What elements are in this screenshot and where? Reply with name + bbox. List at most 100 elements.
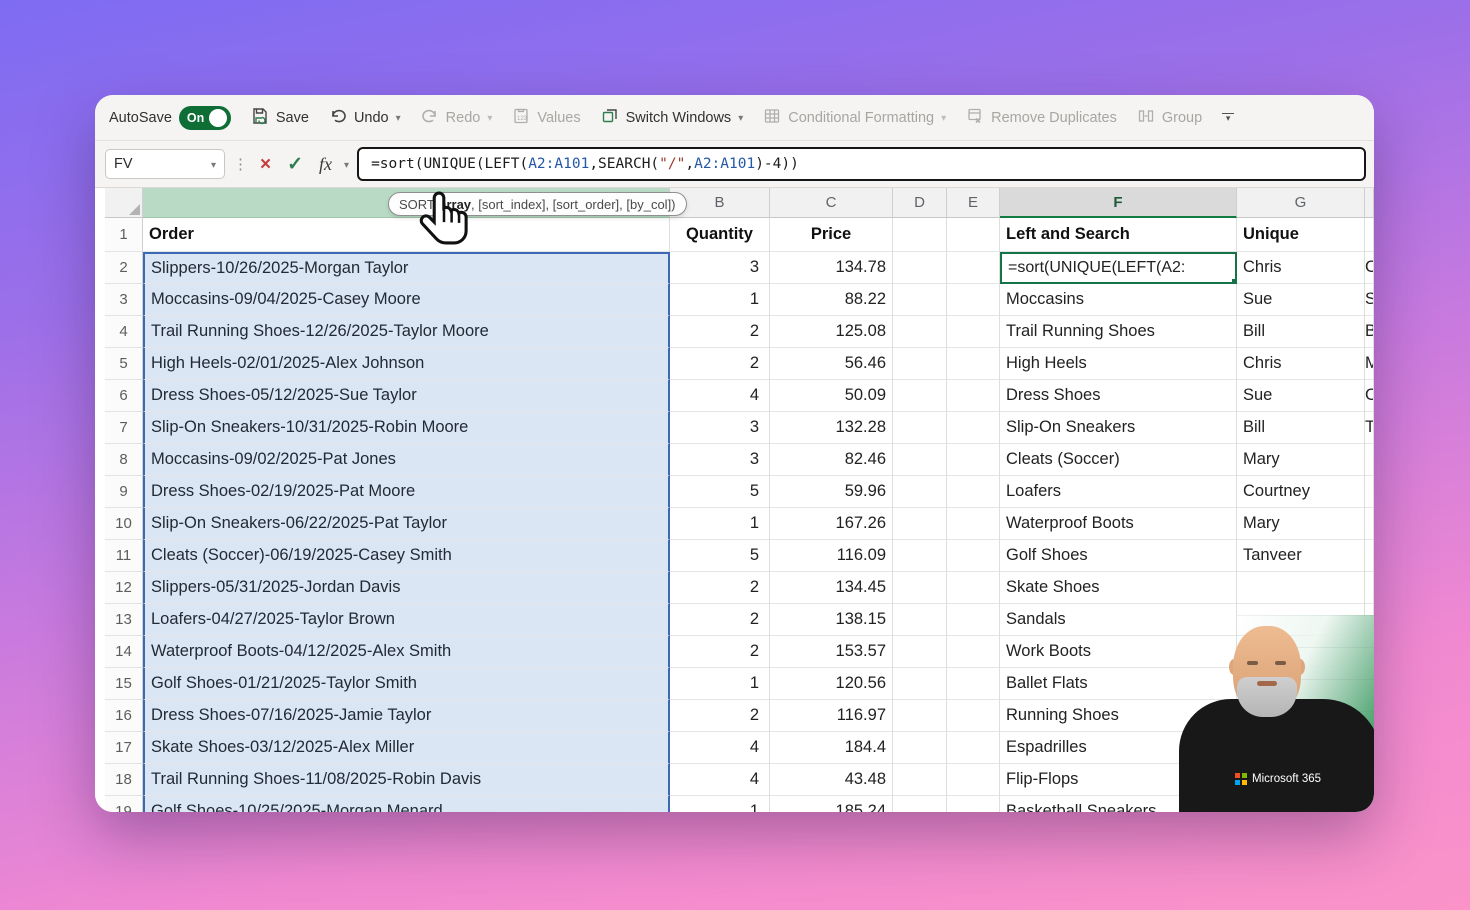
cell-e[interactable] bbox=[947, 764, 1000, 796]
cell-h-partial[interactable] bbox=[1365, 444, 1374, 476]
cell-price[interactable]: 120.56 bbox=[770, 668, 893, 700]
cell-e[interactable] bbox=[947, 284, 1000, 316]
row-number[interactable]: 2 bbox=[105, 252, 143, 284]
column-header-C[interactable]: C bbox=[770, 188, 893, 218]
cell-order[interactable]: Slippers-05/31/2025-Jordan Davis bbox=[143, 572, 670, 604]
cell-order[interactable]: Slip-On Sneakers-06/22/2025-Pat Taylor bbox=[143, 508, 670, 540]
cell-h-partial[interactable]: T bbox=[1365, 412, 1374, 444]
row-number[interactable]: 14 bbox=[105, 636, 143, 668]
insert-function-button[interactable]: fx bbox=[315, 155, 336, 173]
cell-d[interactable] bbox=[893, 252, 947, 284]
cell-quantity[interactable]: 4 bbox=[670, 380, 770, 412]
cell-d[interactable] bbox=[893, 316, 947, 348]
cell-price[interactable]: 125.08 bbox=[770, 316, 893, 348]
cell-h-partial[interactable]: S bbox=[1365, 284, 1374, 316]
cell-e[interactable] bbox=[947, 476, 1000, 508]
column-header-E[interactable]: E bbox=[947, 188, 1000, 218]
cell-order[interactable]: Cleats (Soccer)-06/19/2025-Casey Smith bbox=[143, 540, 670, 572]
cell-price[interactable]: 59.96 bbox=[770, 476, 893, 508]
cell-price[interactable]: 134.45 bbox=[770, 572, 893, 604]
cell-price-header[interactable]: Price bbox=[770, 218, 893, 252]
chevron-down-icon[interactable]: ▾ bbox=[396, 113, 401, 124]
cell-price[interactable]: 167.26 bbox=[770, 508, 893, 540]
save-button[interactable]: Save bbox=[251, 107, 309, 129]
cell-e[interactable] bbox=[947, 604, 1000, 636]
cell-e[interactable] bbox=[947, 508, 1000, 540]
cell-quantity[interactable]: 1 bbox=[670, 508, 770, 540]
cell-order[interactable]: Dress Shoes-07/16/2025-Jamie Taylor bbox=[143, 700, 670, 732]
cell-quantity[interactable]: 2 bbox=[670, 700, 770, 732]
cell-h-partial[interactable] bbox=[1365, 508, 1374, 540]
cell-left-search-header[interactable]: Left and Search bbox=[1000, 218, 1237, 252]
cell-price[interactable]: 56.46 bbox=[770, 348, 893, 380]
row-number[interactable]: 1 bbox=[105, 218, 143, 252]
cell-quantity[interactable]: 1 bbox=[670, 668, 770, 700]
cell-d[interactable] bbox=[893, 604, 947, 636]
cell-quantity[interactable]: 2 bbox=[670, 316, 770, 348]
remove-duplicates-button[interactable]: Remove Duplicates bbox=[966, 107, 1117, 129]
cell-d[interactable] bbox=[893, 412, 947, 444]
cell-unique-header[interactable]: Unique bbox=[1237, 218, 1365, 252]
cell-h-partial[interactable]: C bbox=[1365, 380, 1374, 412]
cell-price[interactable]: 116.97 bbox=[770, 700, 893, 732]
cell-unique[interactable]: Mary bbox=[1237, 444, 1365, 476]
ribbon-collapse-button[interactable]: ▾ bbox=[1222, 113, 1234, 122]
cell-quantity[interactable]: 4 bbox=[670, 764, 770, 796]
cell-d[interactable] bbox=[893, 764, 947, 796]
cell-order[interactable]: Dress Shoes-05/12/2025-Sue Taylor bbox=[143, 380, 670, 412]
cell-order[interactable]: Trail Running Shoes-12/26/2025-Taylor Mo… bbox=[143, 316, 670, 348]
cell-h-partial[interactable]: C bbox=[1365, 252, 1374, 284]
switch-windows-button[interactable]: Switch Windows ▾ bbox=[601, 107, 744, 129]
cell-order-header[interactable]: Order bbox=[143, 218, 670, 252]
select-all-button[interactable] bbox=[105, 188, 143, 218]
row-number[interactable]: 4 bbox=[105, 316, 143, 348]
cell-d[interactable] bbox=[893, 732, 947, 764]
cell-unique[interactable]: Courtney bbox=[1237, 476, 1365, 508]
cell-quantity[interactable]: 5 bbox=[670, 540, 770, 572]
cell-quantity-header[interactable]: Quantity bbox=[670, 218, 770, 252]
cell-e[interactable] bbox=[947, 700, 1000, 732]
cell-unique[interactable]: Bill bbox=[1237, 412, 1365, 444]
column-header-G[interactable]: G bbox=[1237, 188, 1365, 218]
cell-unique[interactable]: Mary bbox=[1237, 508, 1365, 540]
cell-left-search[interactable]: High Heels bbox=[1000, 348, 1237, 380]
row-number[interactable]: 15 bbox=[105, 668, 143, 700]
cell-left-search[interactable]: Trail Running Shoes bbox=[1000, 316, 1237, 348]
cell-unique[interactable]: Bill bbox=[1237, 316, 1365, 348]
cell-unique[interactable]: Tanveer bbox=[1237, 540, 1365, 572]
cell-e[interactable] bbox=[947, 732, 1000, 764]
cell-price[interactable]: 138.15 bbox=[770, 604, 893, 636]
cell-unique[interactable]: Sue bbox=[1237, 380, 1365, 412]
cell-order[interactable]: Golf Shoes-01/21/2025-Taylor Smith bbox=[143, 668, 670, 700]
cell-e[interactable] bbox=[947, 316, 1000, 348]
paste-values-button[interactable]: 123 Values bbox=[512, 107, 580, 129]
cell-unique[interactable]: Chris bbox=[1237, 348, 1365, 380]
row-number[interactable]: 10 bbox=[105, 508, 143, 540]
chevron-down-icon[interactable]: ▾ bbox=[344, 160, 349, 171]
cell-d[interactable] bbox=[893, 700, 947, 732]
cell-unique[interactable]: Chris bbox=[1237, 252, 1365, 284]
cell-e[interactable] bbox=[947, 252, 1000, 284]
cell-d[interactable] bbox=[893, 218, 947, 252]
cell-e[interactable] bbox=[947, 668, 1000, 700]
cell-d[interactable] bbox=[893, 636, 947, 668]
cell-order[interactable]: Golf Shoes-10/25/2025-Morgan Menard bbox=[143, 796, 670, 812]
row-number[interactable]: 16 bbox=[105, 700, 143, 732]
enter-button[interactable]: ✓ bbox=[283, 155, 307, 174]
cell-price[interactable]: 50.09 bbox=[770, 380, 893, 412]
cell-left-search[interactable]: Slip-On Sneakers bbox=[1000, 412, 1237, 444]
cell-quantity[interactable]: 1 bbox=[670, 796, 770, 812]
cell-unique[interactable]: Sue bbox=[1237, 284, 1365, 316]
name-box[interactable]: FV ▾ bbox=[105, 149, 225, 179]
cell-d[interactable] bbox=[893, 796, 947, 812]
row-number[interactable]: 7 bbox=[105, 412, 143, 444]
cell-h-partial[interactable]: M bbox=[1365, 348, 1374, 380]
cell-d[interactable] bbox=[893, 668, 947, 700]
column-header-D[interactable]: D bbox=[893, 188, 947, 218]
conditional-formatting-button[interactable]: Conditional Formatting ▾ bbox=[763, 107, 946, 129]
cell-quantity[interactable]: 5 bbox=[670, 476, 770, 508]
cell-d[interactable] bbox=[893, 380, 947, 412]
cell-quantity[interactable]: 3 bbox=[670, 412, 770, 444]
cell-left-search[interactable]: Cleats (Soccer) bbox=[1000, 444, 1237, 476]
autosave-control[interactable]: AutoSave On bbox=[109, 106, 231, 130]
